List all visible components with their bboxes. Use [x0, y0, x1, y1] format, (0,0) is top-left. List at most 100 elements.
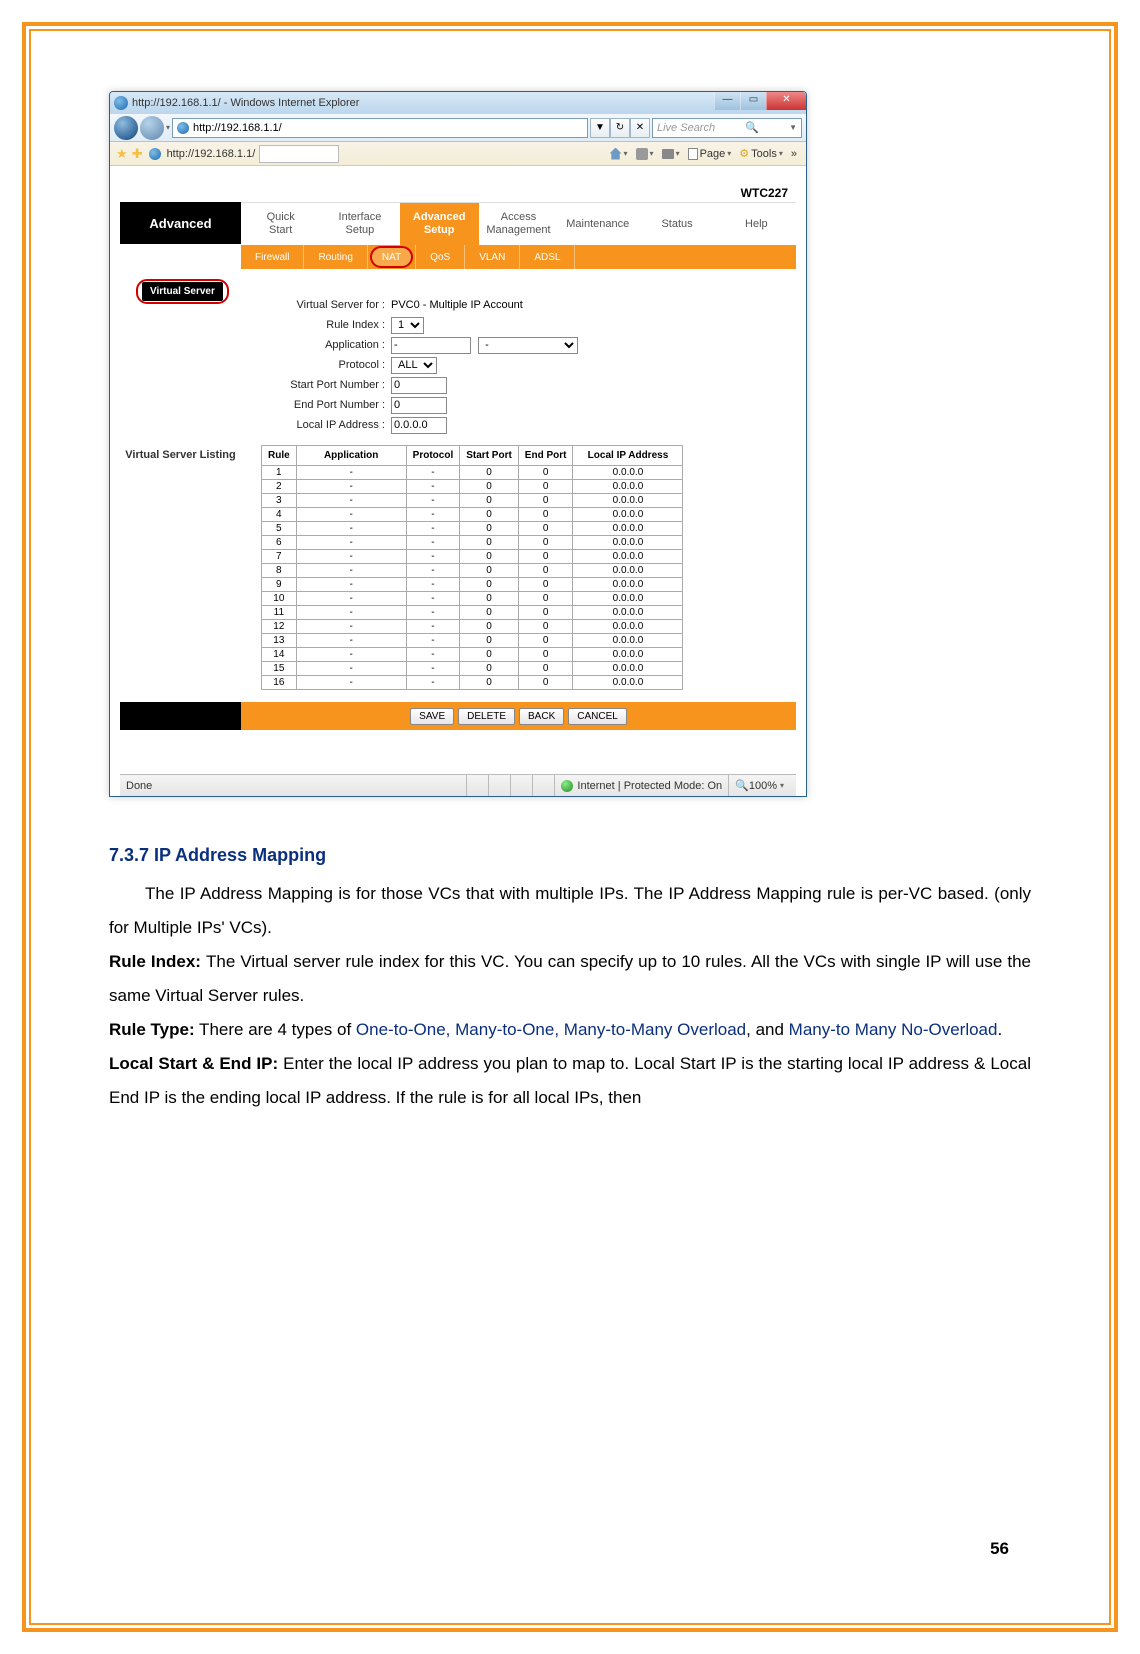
add-favorites-icon[interactable]: ✚ — [132, 146, 143, 162]
document-text: 7.3.7 IP Address Mapping The IP Address … — [109, 837, 1031, 1115]
search-input[interactable]: Live Search 🔍 ▼ — [652, 118, 802, 138]
table-row[interactable]: 10--000.0.0.0 — [262, 592, 683, 606]
forward-button[interactable] — [140, 116, 164, 140]
status-zone[interactable]: Internet | Protected Mode: On — [554, 775, 728, 796]
red-highlight-oval — [370, 246, 413, 268]
tools-menu[interactable]: ⚙Tools▾ — [736, 147, 786, 160]
subnav-vlan[interactable]: VLAN — [465, 245, 520, 269]
table-cell: 4 — [262, 508, 297, 522]
table-row[interactable]: 5--000.0.0.0 — [262, 522, 683, 536]
label-local-ip: Local IP Address : — [261, 419, 391, 431]
status-seg-empty — [510, 775, 532, 796]
table-row[interactable]: 14--000.0.0.0 — [262, 648, 683, 662]
tab-quick-start[interactable]: QuickStart — [241, 203, 320, 245]
table-cell: - — [406, 508, 460, 522]
address-dropdown-icon[interactable]: ▼ — [590, 118, 610, 138]
action-bar: SAVE DELETE BACK CANCEL — [120, 702, 796, 730]
table-row[interactable]: 15--000.0.0.0 — [262, 662, 683, 676]
table-row[interactable]: 4--000.0.0.0 — [262, 508, 683, 522]
print-button[interactable]: ▾ — [659, 149, 683, 159]
delete-button[interactable]: DELETE — [458, 708, 515, 725]
ie-page-icon — [177, 122, 189, 134]
table-row[interactable]: 13--000.0.0.0 — [262, 634, 683, 648]
end-port-input[interactable] — [391, 397, 447, 414]
table-cell: - — [406, 648, 460, 662]
tab-interface-setup[interactable]: InterfaceSetup — [320, 203, 399, 245]
subnav-nat[interactable]: NAT — [368, 245, 416, 269]
table-row[interactable]: 8--000.0.0.0 — [262, 564, 683, 578]
history-dropdown-icon[interactable]: ▾ — [166, 123, 170, 132]
subnav-qos[interactable]: QoS — [416, 245, 465, 269]
tab-title[interactable]: http://192.168.1.1/ — [167, 148, 256, 160]
table-cell: 0 — [460, 620, 519, 634]
page-icon — [688, 148, 698, 160]
table-cell: - — [296, 606, 406, 620]
maximize-button[interactable]: ▭ — [740, 92, 766, 110]
table-row[interactable]: 9--000.0.0.0 — [262, 578, 683, 592]
favorites-star-icon[interactable]: ★ — [116, 146, 128, 162]
protocol-select[interactable]: ALL — [391, 357, 437, 374]
subnav-routing[interactable]: Routing — [304, 245, 367, 269]
table-cell: 0 — [518, 536, 573, 550]
search-dropdown-icon[interactable]: ▼ — [789, 123, 797, 132]
refresh-button[interactable]: ↻ — [610, 118, 630, 138]
table-row[interactable]: 6--000.0.0.0 — [262, 536, 683, 550]
subnav-firewall[interactable]: Firewall — [241, 245, 304, 269]
th-local-ip: Local IP Address — [573, 446, 683, 466]
table-row[interactable]: 7--000.0.0.0 — [262, 550, 683, 564]
table-row[interactable]: 1--000.0.0.0 — [262, 466, 683, 480]
feeds-button[interactable]: ▾ — [633, 148, 657, 160]
subnav-adsl[interactable]: ADSL — [520, 245, 575, 269]
stop-button[interactable]: ✕ — [630, 118, 650, 138]
tab-maintenance[interactable]: Maintenance — [558, 203, 637, 245]
back-button-form[interactable]: BACK — [519, 708, 564, 725]
rule-index-select[interactable]: 1 — [391, 317, 424, 334]
tab-access-management[interactable]: AccessManagement — [479, 203, 558, 245]
window-controls: — ▭ ✕ — [714, 92, 806, 110]
table-row[interactable]: 11--000.0.0.0 — [262, 606, 683, 620]
status-zoom[interactable]: 🔍 100% ▾ — [728, 775, 790, 796]
table-row[interactable]: 2--000.0.0.0 — [262, 480, 683, 494]
table-cell: - — [406, 564, 460, 578]
address-bar[interactable]: http://192.168.1.1/ — [172, 118, 588, 138]
table-row[interactable]: 3--000.0.0.0 — [262, 494, 683, 508]
overflow-chevron-icon[interactable]: » — [788, 148, 800, 160]
table-cell: - — [296, 662, 406, 676]
page-outer-border: http://192.168.1.1/ - Windows Internet E… — [22, 22, 1118, 1632]
table-cell: 7 — [262, 550, 297, 564]
home-button[interactable]: ▾ — [607, 148, 631, 160]
tab-status[interactable]: Status — [637, 203, 716, 245]
table-cell: 0 — [518, 480, 573, 494]
local-ip-input[interactable] — [391, 417, 447, 434]
close-button[interactable]: ✕ — [766, 92, 806, 110]
table-cell: - — [296, 536, 406, 550]
tab-advanced-setup[interactable]: AdvancedSetup — [400, 203, 479, 245]
back-button[interactable] — [114, 116, 138, 140]
table-row[interactable]: 16--000.0.0.0 — [262, 676, 683, 690]
table-cell: 0 — [518, 676, 573, 690]
minimize-button[interactable]: — — [714, 92, 740, 110]
table-cell: - — [406, 480, 460, 494]
table-cell: 0.0.0.0 — [573, 592, 683, 606]
tab-ie-icon — [147, 146, 163, 162]
table-cell: 0.0.0.0 — [573, 564, 683, 578]
feed-icon — [636, 148, 648, 160]
table-cell: - — [406, 550, 460, 564]
start-port-input[interactable] — [391, 377, 447, 394]
search-icon[interactable]: 🔍 — [745, 121, 759, 134]
table-row[interactable]: 12--000.0.0.0 — [262, 620, 683, 634]
sub-nav: Firewall Routing NAT QoS VLAN ADSL — [120, 245, 796, 269]
page-menu[interactable]: Page▾ — [685, 148, 735, 160]
cancel-button[interactable]: CANCEL — [568, 708, 627, 725]
save-button[interactable]: SAVE — [410, 708, 454, 725]
gear-icon: ⚙ — [739, 147, 749, 160]
tab-help[interactable]: Help — [717, 203, 796, 245]
application-select[interactable]: - — [478, 337, 578, 354]
table-cell: - — [296, 564, 406, 578]
th-application: Application — [296, 446, 406, 466]
application-input[interactable] — [391, 337, 471, 354]
zoom-value: 100% — [749, 780, 777, 792]
table-cell: - — [406, 634, 460, 648]
router-page: WTC227 Advanced QuickStart InterfaceSetu… — [110, 166, 806, 796]
table-cell: 16 — [262, 676, 297, 690]
